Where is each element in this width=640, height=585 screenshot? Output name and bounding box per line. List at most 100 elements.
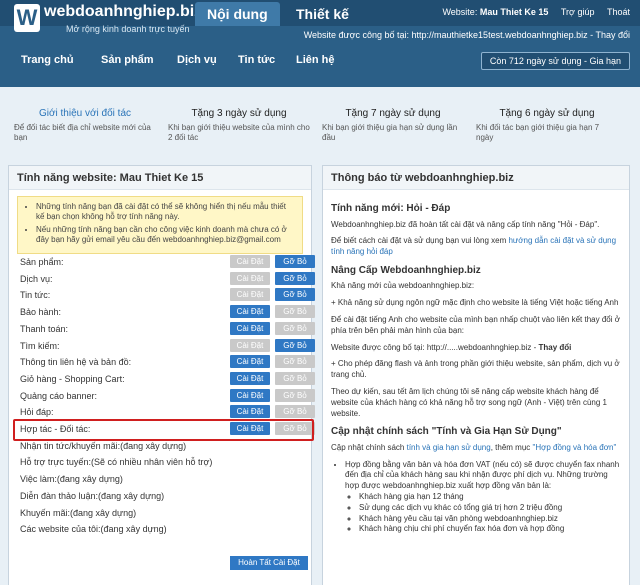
brand-slogan: Mở rộng kinh doanh trực tuyến	[66, 24, 190, 34]
website-name: Mau Thiet Ke 15	[479, 7, 549, 17]
install-button[interactable]: Cài Đặt	[230, 371, 270, 385]
remove-button: Gỡ Bỏ	[275, 321, 315, 335]
remove-button: Gỡ Bỏ	[275, 371, 315, 385]
feature-row: Giỏ hàng - Shopping Cart: Cài Đặt Gỡ Bỏ	[17, 371, 315, 387]
referral-introduce[interactable]: Giới thiệu với đối tác Để đối tác biết đ…	[14, 108, 156, 144]
notice-item: Những tính năng bạn đã cài đặt có thể sẽ…	[36, 202, 296, 223]
feature-row: Hỏi đáp: Cài Đặt Gỡ Bỏ	[17, 404, 315, 420]
published-url[interactable]: Website được công bố tại: http://mauthie…	[304, 30, 630, 40]
highlight-box	[13, 419, 314, 441]
feature-label: Các website của tôi:(đang xây dựng)	[20, 524, 167, 535]
remove-button: Gỡ Bỏ	[275, 388, 315, 402]
policy-sublist: Khách hàng gia hạn 12 tháng Sử dụng các …	[359, 492, 621, 535]
feature-row: Bảo hành: Cài Đặt Gỡ Bỏ	[17, 304, 315, 320]
logout-link[interactable]: Thoát	[607, 7, 630, 17]
remove-button: Gỡ Bỏ	[275, 305, 315, 319]
feature-row: Dịch vụ: Cài Đặt Gỡ Bỏ	[17, 271, 315, 287]
logo-icon: W	[14, 4, 40, 32]
referral-band: Giới thiệu với đối tác Để đối tác biết đ…	[0, 108, 640, 158]
feature-label: Bảo hành:	[20, 307, 62, 318]
install-button: Cài Đặt	[230, 338, 270, 352]
install-button[interactable]: Cài Đặt	[230, 405, 270, 419]
nav-services[interactable]: Dịch vụ	[177, 54, 217, 66]
notifications-panel: Thông báo từ webdoanhnghiep.biz Tính năn…	[322, 165, 630, 585]
tab-content[interactable]: Nội dung	[195, 2, 280, 26]
feature-row: Thông tin liên hệ và bản đồ: Cài Đặt Gỡ Bỏ	[17, 354, 315, 370]
feature-row: Quảng cáo banner: Cài Đặt Gỡ Bỏ	[17, 388, 315, 404]
referral-desc: Khi bạn giới thiệu website của mình cho …	[168, 123, 310, 143]
days-remaining-button[interactable]: Còn 712 ngày sử dụng - Gia hạn	[480, 52, 630, 70]
remove-button: Gỡ Bỏ	[275, 355, 315, 369]
referral-title: Tặng 3 ngày sử dụng	[191, 108, 287, 119]
paragraph: + Khả năng sử dụng ngôn ngữ mặc định cho…	[331, 298, 619, 308]
remove-button[interactable]: Gỡ Bỏ	[275, 338, 315, 352]
help-link[interactable]: Trợ giúp	[561, 7, 595, 17]
feature-label: Thông tin liên hệ và bản đồ:	[20, 357, 132, 368]
feature-row: Việc làm:(đang xây dựng)	[17, 471, 303, 487]
nav-products[interactable]: Sản phẩm	[101, 54, 154, 66]
policy-item: Hợp đồng bằng văn bản và hóa đơn VAT (nế…	[345, 460, 621, 536]
remove-button: Gỡ Bỏ	[275, 405, 315, 419]
header: W webdoanhnghiep.biz Mở rộng kinh doanh …	[0, 0, 640, 87]
referral-title: Tặng 6 ngày sử dụng	[499, 108, 595, 119]
referral-gift-3: Tặng 3 ngày sử dụng Khi bạn giới thiệu w…	[168, 108, 310, 144]
feature-label: Tìm kiếm:	[20, 340, 60, 351]
install-button[interactable]: Cài Đặt	[230, 321, 270, 335]
paragraph: Khả năng mới của webdoanhnghiep.biz:	[331, 281, 475, 291]
section-title: Nâng Cấp Webdoanhnghiep.biz	[331, 264, 481, 276]
policy-subitem: Khách hàng gia hạn 12 tháng	[359, 492, 621, 503]
section-title: Tính năng mới: Hỏi - Đáp	[331, 203, 451, 214]
policy-subitem: Khách hàng chịu chi phí chuyển fax hóa đ…	[359, 524, 621, 535]
referral-gift-6: Tặng 6 ngày sử dụng Khi đối tác bạn giới…	[476, 108, 618, 144]
policy-list: Hợp đồng bằng văn bản và hóa đơn VAT (nế…	[345, 460, 621, 536]
feature-label: Dịch vụ:	[20, 273, 53, 284]
feature-label: Sản phẩm:	[20, 257, 64, 267]
remove-button[interactable]: Gỡ Bỏ	[275, 271, 315, 285]
feature-label: Việc làm:(đang xây dựng)	[20, 474, 123, 485]
policy-link[interactable]: tính và gia hạn sử dụng	[407, 443, 491, 452]
referral-gift-7: Tặng 7 ngày sử dụng Khi bạn giới thiệu g…	[322, 108, 464, 144]
tab-design[interactable]: Thiết kế	[284, 2, 361, 26]
install-button[interactable]: Cài Đặt	[230, 305, 270, 319]
remove-button[interactable]: Gỡ Bỏ	[275, 255, 315, 268]
feature-label: Quảng cáo banner:	[20, 390, 98, 401]
top-links: Website: Mau Thiet Ke 15 Trợ giúp Thoát	[432, 7, 630, 17]
install-button[interactable]: Cài Đặt	[230, 355, 270, 369]
install-button: Cài Đặt	[230, 255, 270, 268]
features-panel-title: Tính năng website: Mau Thiet Ke 15	[9, 166, 311, 190]
feature-label: Tin tức:	[20, 290, 51, 301]
website-label: Website:	[442, 7, 478, 17]
section-title: Cập nhật chính sách "Tính và Gia Hạn Sử …	[331, 426, 562, 438]
install-button: Cài Đặt	[230, 288, 270, 302]
nav-news[interactable]: Tin tức	[238, 54, 275, 66]
feature-row: Sản phẩm: Cài Đặt Gỡ Bỏ	[17, 254, 315, 270]
nav-home[interactable]: Trang chủ	[21, 54, 74, 66]
features-notice: Những tính năng bạn đã cài đặt có thể sẽ…	[17, 196, 303, 254]
nav-contact[interactable]: Liên hệ	[296, 54, 335, 66]
feature-row: Khuyến mãi:(đang xây dựng)	[17, 505, 303, 521]
policy-subitem: Khách hàng yêu cầu tại văn phòng webdoan…	[359, 514, 621, 525]
change-link[interactable]: Thay đổi	[538, 343, 571, 352]
install-button: Cài Đặt	[230, 271, 270, 285]
brand-name[interactable]: webdoanhnghiep.biz	[44, 3, 202, 21]
policy-subitem: Sử dụng các dịch vụ khác có tổng giá trị…	[359, 503, 621, 514]
paragraph: Để cài đặt tiếng Anh cho website của mìn…	[331, 314, 620, 335]
feature-row: Thanh toán: Cài Đặt Gỡ Bỏ	[17, 321, 315, 337]
notice-item: Nếu những tính năng bạn cần cho công việ…	[36, 225, 296, 246]
feature-row: Tìm kiếm: Cài Đặt Gỡ Bỏ	[17, 338, 315, 354]
referral-desc: Khi đối tác bạn giới thiệu gia hạn 7 ngà…	[476, 123, 600, 143]
paragraph: Website được công bố tại: http://.....we…	[331, 342, 572, 352]
finish-install-button[interactable]: Hoàn Tất Cài Đặt	[230, 556, 308, 570]
paragraph: Webdoanhnghiep.biz đã hoàn tất cài đặt v…	[331, 219, 600, 229]
paragraph: Cập nhật chính sách tính và gia hạn sử d…	[331, 442, 617, 452]
feature-label: Nhận tin tức/khuyến mãi:(đang xây dựng)	[20, 440, 187, 451]
referral-title: Tặng 7 ngày sử dụng	[345, 108, 441, 119]
referral-title[interactable]: Giới thiệu với đối tác	[14, 108, 156, 119]
feature-label: Hỏi đáp:	[20, 407, 54, 418]
feature-label: Giỏ hàng - Shopping Cart:	[20, 373, 125, 384]
install-button[interactable]: Cài Đặt	[230, 388, 270, 402]
contract-invoice-link[interactable]: "Hợp đồng và hóa đơn"	[533, 443, 617, 452]
feature-row: Các website của tôi:(đang xây dựng)	[17, 521, 303, 537]
remove-button[interactable]: Gỡ Bỏ	[275, 288, 315, 302]
feature-label: Khuyến mãi:(đang xây dựng)	[20, 507, 137, 518]
